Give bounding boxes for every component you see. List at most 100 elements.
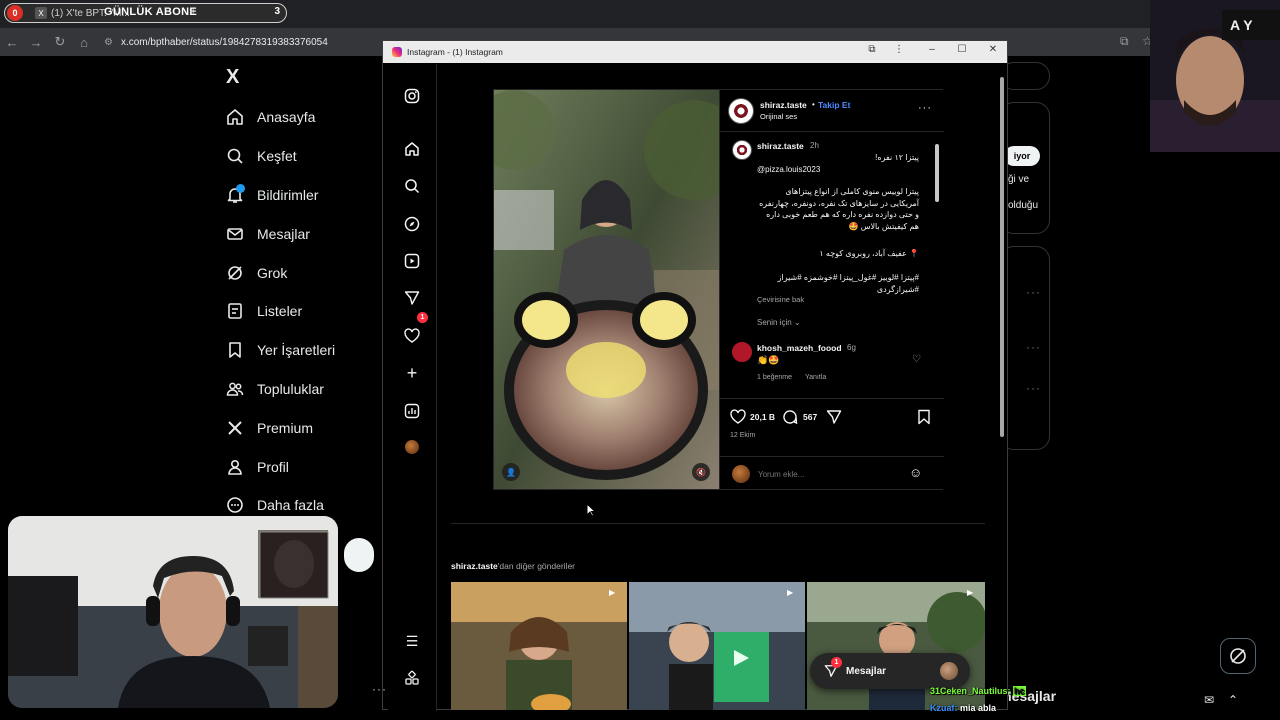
search-icon: [226, 147, 244, 165]
mail-icon: [226, 225, 244, 243]
thumbnail-image: [451, 582, 627, 710]
explore-compass-icon[interactable]: [403, 215, 421, 233]
sidebar-item-list[interactable]: Listeler: [226, 292, 386, 331]
record-badge: 0: [7, 5, 23, 21]
sidebar-item-label: Profil: [257, 458, 289, 475]
expand-dock-icon[interactable]: ⌃: [1228, 693, 1238, 707]
url-text: x.com/bpthaber/status/198427831938337605…: [120, 36, 328, 48]
instagram-window: Instagram - (1) Instagram ⧉ ⋮ – ☐ ✕ 1 +: [382, 40, 1008, 711]
post-options-icon[interactable]: ···: [918, 102, 932, 114]
sidebar-item-bell[interactable]: Bildirimler: [226, 176, 386, 215]
for-you-filter[interactable]: Senin için ⌄: [757, 318, 801, 327]
reload-icon[interactable]: ↻: [48, 34, 72, 50]
grok-fab-icon[interactable]: [1220, 638, 1256, 674]
chat-username: Kzuaf:: [930, 703, 958, 713]
author-username[interactable]: shiraz.taste: [760, 100, 807, 110]
minimize-icon[interactable]: –: [922, 44, 942, 55]
follow-link[interactable]: Takip Et: [818, 100, 850, 110]
create-plus-icon[interactable]: +: [403, 363, 421, 383]
notifications-heart-icon[interactable]: [403, 327, 421, 345]
caption-scrollbar[interactable]: [934, 136, 940, 394]
person-icon: [226, 458, 244, 476]
caption-hashtags[interactable]: #پیتزا #لوییز #غول_پیتزا #خوشمزه #شیراز …: [757, 272, 919, 295]
url-field[interactable]: ⚙ x.com/bpthaber/status/1984278319383376…: [104, 32, 384, 52]
sidebar-item-person[interactable]: Profil: [226, 447, 386, 486]
sidebar-item-label: Daha fazla: [257, 497, 324, 514]
more-post-thumb[interactable]: ▶: [451, 582, 627, 710]
sidebar-item-bookmark[interactable]: Yer İşaretleri: [226, 331, 386, 370]
author-avatar[interactable]: [728, 98, 754, 124]
comment-like-heart-icon[interactable]: ♡: [912, 354, 921, 365]
site-info-icon[interactable]: ⚙: [104, 37, 113, 48]
more-dots-icon[interactable]: ···: [1026, 340, 1041, 354]
instagram-sidebar: 1 + ☰: [388, 64, 437, 711]
thumbnail-image: [629, 582, 805, 710]
more-post-thumb[interactable]: ▶: [629, 582, 805, 710]
x-premium-icon: [226, 419, 244, 437]
close-window-icon[interactable]: ✕: [983, 44, 1003, 55]
home-button-icon[interactable]: ⌂: [72, 35, 96, 50]
caption-avatar[interactable]: [732, 140, 752, 160]
more-dots-icon[interactable]: ···: [1026, 285, 1041, 299]
caption-mention[interactable]: @pizza.louis2023: [757, 164, 919, 176]
tagged-user-icon[interactable]: 👤: [502, 463, 520, 481]
back-icon[interactable]: ←: [0, 35, 24, 50]
instagram-titlebar: Instagram - (1) Instagram ⧉ ⋮ – ☐ ✕: [383, 41, 1007, 63]
more-posts-user[interactable]: shiraz.taste: [451, 561, 498, 571]
sidebar-item-x-premium[interactable]: Premium: [226, 408, 386, 447]
commenter-username[interactable]: khosh_mazeh_foood: [757, 343, 842, 353]
new-tab-icon[interactable]: +: [190, 6, 196, 18]
more-dots-icon[interactable]: ···: [1026, 381, 1041, 395]
x-logo-icon[interactable]: X: [226, 66, 239, 89]
caption-body: پیتزا لوییس منوی کاملی از انواع پیتزاهای…: [759, 187, 919, 231]
share-send-icon[interactable]: [826, 409, 842, 425]
home-icon[interactable]: [403, 140, 421, 158]
menu-kebab-icon[interactable]: ⋮: [889, 44, 909, 55]
threads-apps-icon[interactable]: [403, 669, 421, 687]
x-post-button[interactable]: [344, 538, 374, 572]
reply-link[interactable]: Yanıtla: [805, 374, 826, 381]
grok-icon: [226, 264, 244, 282]
more-posts-heading: shiraz.taste'dan diğer gönderiler: [451, 561, 575, 571]
profile-avatar-icon[interactable]: [403, 438, 421, 456]
reel-icon: ▶: [967, 588, 974, 597]
save-bookmark-icon[interactable]: [916, 409, 932, 425]
reels-icon[interactable]: [403, 252, 421, 270]
follow-button[interactable]: iyor: [1004, 146, 1040, 166]
audio-label[interactable]: Orijinal ses: [760, 112, 797, 121]
search-icon[interactable]: [403, 177, 421, 195]
messages-badge: 1: [831, 657, 842, 668]
new-message-icon[interactable]: ✉: [1204, 693, 1214, 707]
chat-text: mia abla: [960, 703, 997, 713]
emoji-picker-icon[interactable]: ☺: [909, 465, 922, 480]
extensions-icon[interactable]: ⧉: [862, 44, 882, 55]
sidebar-item-grok[interactable]: Grok: [226, 253, 386, 292]
comment-input[interactable]: [758, 467, 898, 481]
comment-likes[interactable]: 1 beğenme: [757, 374, 792, 381]
sidebar-item-mail[interactable]: Mesajlar: [226, 214, 386, 253]
messenger-icon[interactable]: [403, 289, 421, 307]
post-actions: 20,1 B 567 12 Ekim: [720, 398, 944, 456]
sidebar-item-home[interactable]: Anasayfa: [226, 98, 386, 137]
translate-link[interactable]: Çevirisine bak: [757, 295, 804, 304]
maximize-icon[interactable]: ☐: [952, 44, 972, 55]
messages-pill[interactable]: 1 Mesajlar: [810, 653, 970, 689]
chat-emote: hc: [1013, 686, 1026, 696]
commenter-avatar[interactable]: [732, 342, 752, 362]
dashboard-chart-icon[interactable]: [403, 402, 421, 420]
mute-audio-icon[interactable]: 🔇: [692, 463, 710, 481]
sidebar-item-people[interactable]: Topluluklar: [226, 370, 386, 409]
install-app-icon[interactable]: ⧉: [1120, 34, 1129, 49]
more-dots-icon[interactable]: ···: [372, 682, 387, 696]
sidebar-item-search[interactable]: Keşfet: [226, 137, 386, 176]
page-scrollbar[interactable]: [999, 71, 1005, 471]
hamburger-menu-icon[interactable]: ☰: [403, 632, 421, 650]
x-favicon-icon: X: [35, 7, 47, 19]
comment-button[interactable]: 567: [782, 409, 817, 425]
chat-username: 31Ceken_Nautilus:: [930, 686, 1011, 696]
caption-username[interactable]: shiraz.taste: [757, 141, 804, 151]
post-video[interactable]: 👤 🔇: [494, 90, 719, 489]
like-button[interactable]: 20,1 B: [730, 409, 775, 425]
instagram-logo-icon[interactable]: [403, 87, 421, 105]
forward-icon[interactable]: →: [24, 35, 48, 50]
